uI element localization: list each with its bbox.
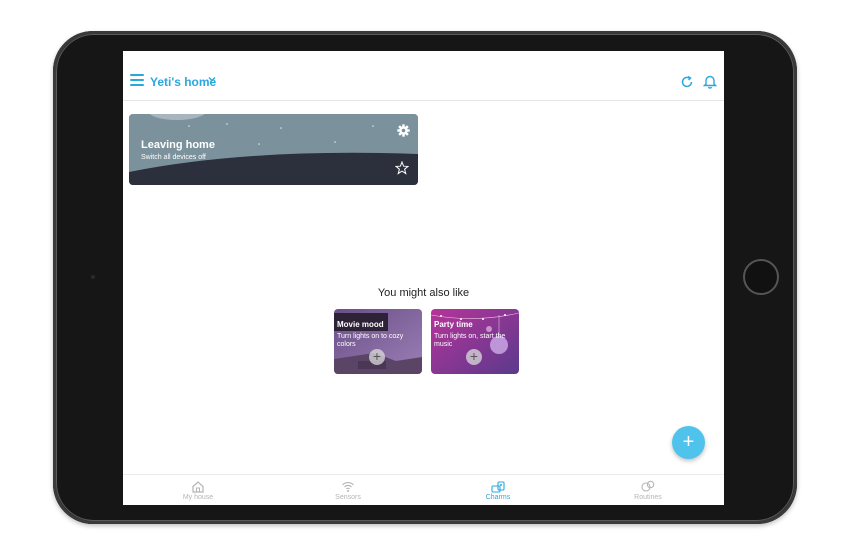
- bell-icon[interactable]: [702, 74, 718, 89]
- refresh-icon[interactable]: [680, 75, 694, 89]
- nav-label: Sensors: [335, 494, 361, 501]
- star-icon[interactable]: [394, 160, 410, 175]
- bottom-navigation: My house Sensors Charms Routines: [123, 474, 724, 505]
- suggestion-title: Party time: [434, 320, 473, 329]
- nav-label: My house: [182, 494, 214, 501]
- front-camera: [91, 275, 95, 279]
- suggestion-title: Movie mood: [337, 320, 384, 329]
- nav-label: Charms: [485, 494, 511, 501]
- nav-item-routines[interactable]: Routines: [573, 475, 723, 505]
- suggestions-heading: You might also like: [377, 287, 470, 299]
- charms-icon: [491, 480, 505, 493]
- add-charm-button[interactable]: +: [672, 426, 705, 459]
- chevron-down-icon[interactable]: [208, 75, 216, 86]
- nav-item-charms[interactable]: Charms: [423, 475, 573, 505]
- home-selector[interactable]: Yeti's home: [150, 75, 216, 89]
- scene-card-leaving-home[interactable]: Leaving home Switch all devices off: [129, 114, 418, 185]
- app-screen: Yeti's home Leaving home Switch all devi…: [123, 51, 724, 505]
- add-suggestion-button[interactable]: +: [466, 349, 482, 365]
- scene-subtitle: Switch all devices off: [141, 154, 206, 161]
- suggestion-description: Turn lights on, start the music: [434, 333, 506, 348]
- routines-icon: [641, 480, 655, 493]
- suggestion-card-movie-mood[interactable]: Movie mood Turn lights on to cozy colors…: [334, 309, 422, 374]
- scene-title: Leaving home: [141, 139, 215, 151]
- nav-item-sensors[interactable]: Sensors: [273, 475, 423, 505]
- app-header: Yeti's home: [123, 51, 724, 101]
- nav-item-my-house[interactable]: My house: [123, 475, 273, 505]
- gear-icon[interactable]: [397, 124, 410, 137]
- home-button[interactable]: [743, 259, 779, 295]
- suggestion-card-party-time[interactable]: Party time Turn lights on, start the mus…: [431, 309, 519, 374]
- sensor-icon: [341, 480, 355, 493]
- nav-label: Routines: [634, 494, 662, 501]
- hamburger-menu-icon[interactable]: [130, 74, 144, 86]
- house-icon: [191, 480, 205, 493]
- suggestion-description: Turn lights on to cozy colors: [337, 333, 404, 348]
- add-suggestion-button[interactable]: +: [369, 349, 385, 365]
